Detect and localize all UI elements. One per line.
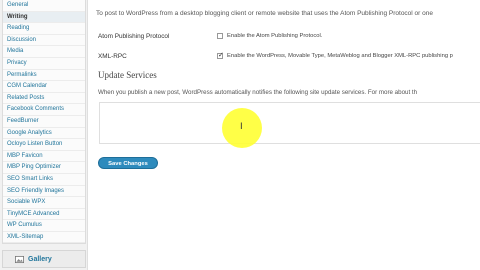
sidebar-item-wp-cumulus[interactable]: WP Cumulus [3, 220, 85, 232]
text-cursor-icon: I [240, 122, 243, 132]
xmlrpc-checkbox-label: Enable the WordPress, Movable Type, Meta… [227, 53, 453, 59]
sidebar-item-tinymce-advanced[interactable]: TinyMCE Advanced [3, 209, 85, 221]
save-changes-button[interactable]: Save Changes [98, 157, 158, 169]
sidebar-item-mbp-ping-optimizer[interactable]: MBP Ping Optimizer [3, 162, 85, 174]
sidebar-item-media[interactable]: Media [3, 46, 85, 58]
sidebar-item-facebook-comments[interactable]: Facebook Comments [3, 104, 85, 116]
sidebar-item-mbp-favicon[interactable]: MBP Favicon [3, 151, 85, 163]
settings-panel: To post to WordPress from a desktop blog… [88, 0, 480, 270]
xmlrpc-label: XML-RPC [98, 53, 127, 60]
atom-checkbox[interactable] [217, 33, 223, 39]
sidebar-item-writing[interactable]: Writing [3, 11, 85, 24]
sidebar-item-sociable-wpx[interactable]: Sociable WPX [3, 197, 85, 209]
sidebar-item-discussion[interactable]: Discussion [3, 35, 85, 47]
sidebar-item-google-analytics[interactable]: Google Analytics [3, 128, 85, 140]
xmlrpc-checkbox[interactable] [217, 51, 224, 59]
atom-label: Atom Publishing Protocol [98, 33, 170, 40]
admin-sidebar: General Writing Reading Discussion Media Priv… [0, 0, 88, 270]
sidebar-item-ocloyo-listen-button[interactable]: Ocloyo Listen Button [3, 139, 85, 151]
gallery-icon [15, 255, 24, 263]
update-services-description: When you publish a new post, WordPress a… [98, 89, 418, 96]
sidebar-item-seo-smart-links[interactable]: SEO Smart Links [3, 174, 85, 186]
gallery-menu[interactable]: Gallery [2, 250, 86, 268]
sidebar-item-reading[interactable]: Reading [3, 23, 85, 35]
sidebar-item-cgm-calendar[interactable]: CGM Calendar [3, 81, 85, 93]
atom-checkbox-label: Enable the Atom Publishing Protocol. [227, 33, 323, 39]
sidebar-item-permalinks[interactable]: Permalinks [3, 70, 85, 82]
sidebar-item-xml-sitemap[interactable]: XML-Sitemap [3, 232, 85, 244]
gallery-label: Gallery [28, 255, 52, 263]
update-services-heading: Update Services [98, 70, 157, 80]
sidebar-item-privacy[interactable]: Privacy [3, 58, 85, 70]
remote-publishing-intro: To post to WordPress from a desktop blog… [96, 10, 433, 17]
sidebar-item-feedburner[interactable]: FeedBurner [3, 116, 85, 128]
sidebar-item-seo-friendly-images[interactable]: SEO Friendly Images [3, 186, 85, 198]
sidebar-item-general[interactable]: General [3, 0, 85, 12]
ping-sites-textarea[interactable] [99, 102, 480, 144]
settings-submenu: General Writing Reading Discussion Media Priv… [2, 0, 86, 245]
sidebar-item-related-posts[interactable]: Related Posts [3, 93, 85, 105]
